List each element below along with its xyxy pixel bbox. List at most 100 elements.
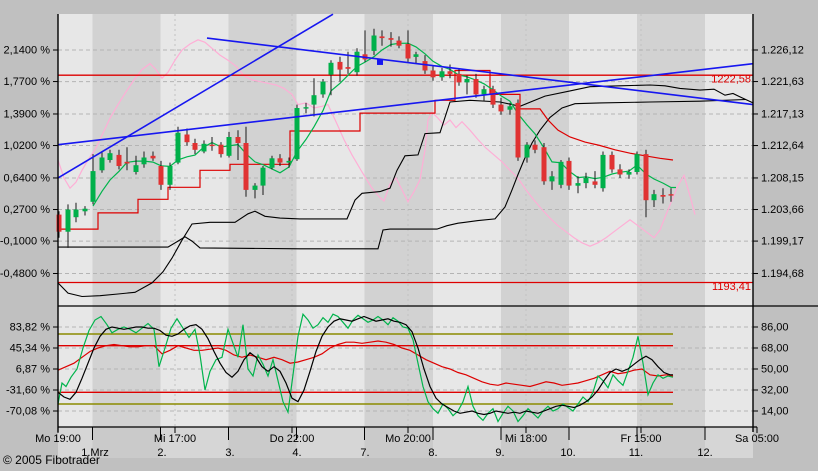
candle-bearish	[617, 169, 623, 175]
date-axis-label: 4.	[292, 447, 301, 459]
main-right-tick-label: 1.226,12	[761, 45, 804, 57]
time-axis-label: Mo 19:00	[35, 433, 81, 445]
candle-bearish	[388, 38, 394, 40]
candle-bearish	[150, 155, 156, 159]
candle-bearish	[379, 36, 385, 39]
candle-bearish	[337, 61, 343, 70]
candle-bullish	[600, 154, 606, 189]
candle-bullish	[413, 54, 419, 57]
candle-bearish	[116, 154, 122, 166]
candle-bearish	[184, 134, 190, 143]
main-right-tick-label: 1.217,13	[761, 108, 804, 120]
main-left-tick-label: 2,1400 %	[4, 45, 51, 57]
chart-canvas[interactable]: 1222,58 1193,41 2,1400 % 1.226,12 1,7700 % 1.…	[0, 0, 818, 471]
main-left-tick-label: -0,1000 %	[0, 236, 50, 248]
candle-bullish	[311, 95, 317, 105]
session-band	[228, 14, 297, 458]
candle-bullish	[583, 178, 589, 184]
candle-bearish	[218, 144, 224, 155]
candle-bearish	[345, 67, 351, 69]
candle-bearish	[56, 214, 62, 232]
trendline-handle[interactable]	[377, 58, 383, 65]
main-left-tick-label: 0,6400 %	[4, 172, 51, 184]
candle-bullish	[167, 166, 173, 185]
candle-bullish	[82, 208, 88, 212]
candle-bearish	[498, 104, 504, 112]
date-axis-label: 10.	[560, 447, 575, 459]
candle-bullish	[651, 194, 657, 201]
candle-bullish	[90, 171, 96, 202]
oscillator-left-tick-label: -31,60 %	[6, 385, 50, 397]
candle-bullish	[73, 209, 79, 218]
candle-bearish	[277, 158, 283, 163]
candle-bearish	[660, 195, 666, 197]
time-axis-label: Mo 20:00	[385, 433, 431, 445]
main-right-tick-label: 1.208,15	[761, 172, 804, 184]
candle-bullish	[549, 176, 555, 182]
oscillator-right-tick-label: 14,00	[761, 406, 789, 418]
candle-bearish	[396, 40, 402, 46]
candle-bearish	[609, 154, 615, 170]
oscillator-right-tick-label: 68,00	[761, 343, 789, 355]
oscillator-right-tick-label: 86,00	[761, 322, 789, 334]
main-right-tick-label: 1.221,63	[761, 76, 804, 88]
date-axis-label: 3.	[225, 447, 234, 459]
candle-bearish	[192, 143, 198, 150]
candle-bullish	[141, 157, 147, 165]
candle-bullish	[320, 81, 326, 95]
candle-bearish	[405, 44, 411, 59]
main-right-tick-label: 1.199,17	[761, 236, 804, 248]
candle-bearish	[592, 181, 598, 185]
main-left-tick-label: 1,0200 %	[4, 140, 51, 152]
time-axis-label: Sa 05:00	[735, 433, 779, 445]
main-right-tick-label: 1.203,66	[761, 204, 804, 216]
candle-bullish	[226, 137, 232, 156]
candle-bearish	[490, 89, 496, 105]
main-right-tick-label: 1.212,64	[761, 140, 804, 152]
main-right-tick-label: 1.194,68	[761, 268, 804, 280]
fibotrader-chart-window: 1222,58 1193,41 2,1400 % 1.226,12 1,7700 % 1.…	[0, 0, 818, 471]
candle-bullish	[65, 209, 71, 232]
candle-bullish	[303, 107, 309, 109]
candle-bullish	[634, 154, 640, 172]
copyright-label: © 2005 Fibotrader	[3, 453, 100, 467]
oscillator-right-tick-label: 32,00	[761, 385, 789, 397]
candle-bullish	[107, 153, 113, 160]
candle-bullish	[269, 158, 275, 168]
candle-bullish	[439, 71, 445, 78]
candle-bullish	[371, 35, 377, 51]
candle-bullish	[252, 185, 258, 190]
candle-bullish	[175, 132, 181, 163]
candle-bullish	[328, 62, 334, 75]
candle-bullish	[575, 183, 581, 186]
candle-bearish	[243, 143, 249, 190]
oscillator-left-tick-label: -70,08 %	[6, 406, 50, 418]
candle-bullish	[99, 157, 105, 171]
candle-bullish	[626, 172, 632, 175]
candle-bullish	[524, 144, 530, 158]
date-axis-label: 9.	[495, 447, 504, 459]
candle-bearish	[447, 71, 453, 74]
candle-bullish	[286, 160, 292, 163]
session-band	[92, 14, 161, 458]
candle-bullish	[558, 161, 564, 185]
candle-bearish	[456, 73, 462, 83]
oscillator-left-tick-label: 6,87 %	[16, 364, 50, 376]
candle-bearish	[430, 70, 436, 78]
candle-bullish	[201, 143, 207, 152]
date-axis-label: 7.	[360, 447, 369, 459]
date-axis-label: 8.	[428, 447, 437, 459]
candle-bearish	[643, 154, 649, 201]
candle-bearish	[515, 102, 521, 158]
candle-bearish	[124, 161, 130, 164]
candle-bullish	[507, 106, 513, 110]
main-left-tick-label: 0,2700 %	[4, 204, 51, 216]
date-axis-label: 2.	[157, 447, 166, 459]
candle-bullish	[354, 51, 360, 73]
time-axis-label: Mi 18:00	[505, 433, 547, 445]
candle-bearish	[158, 166, 164, 185]
candle-bearish	[473, 79, 479, 95]
candle-bearish	[235, 137, 241, 143]
candle-bearish	[422, 61, 428, 71]
time-axis-label: Fr 15:00	[621, 433, 662, 445]
